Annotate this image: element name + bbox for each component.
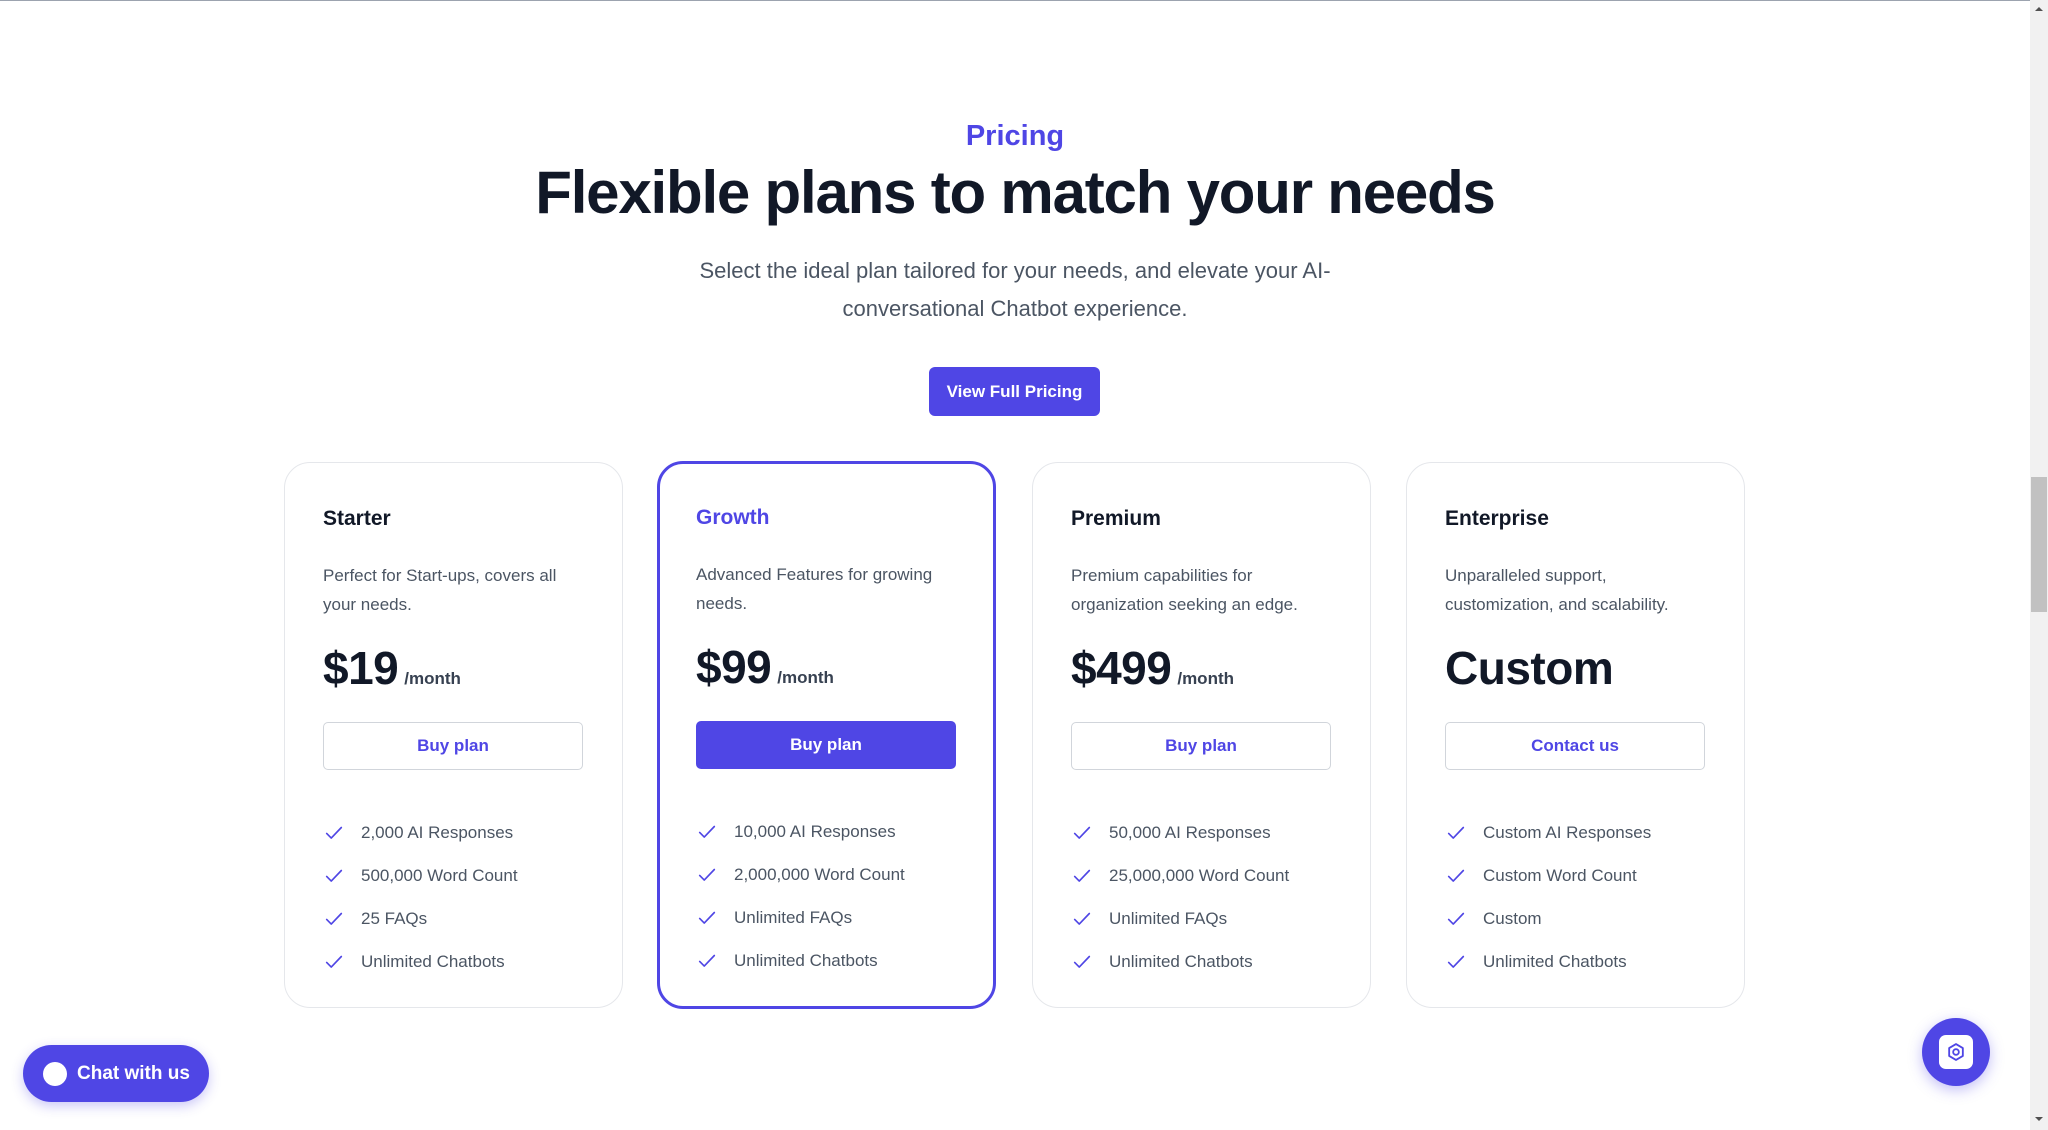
check-icon (325, 826, 343, 839)
chat-bubble-icon (43, 1061, 67, 1086)
scrollbar-thumb[interactable] (2031, 477, 2047, 612)
feature-label: Custom (1483, 908, 1542, 928)
feature-label: Unlimited Chatbots (1109, 951, 1253, 971)
plan-card-premium: Premium Premium capabilities for organiz… (1032, 462, 1371, 1008)
feature-item: 10,000 AI Responses (696, 810, 905, 853)
assistant-icon (1939, 1035, 1973, 1069)
feature-label: Unlimited Chatbots (1483, 951, 1627, 971)
feature-label: Unlimited Chatbots (361, 951, 505, 971)
feature-item: Unlimited FAQs (1071, 897, 1289, 940)
plan-description: Advanced Features for growing needs. (696, 565, 933, 613)
feature-list: 10,000 AI Responses 2,000,000 Word Count… (696, 810, 905, 982)
check-icon (1073, 955, 1091, 968)
check-icon (1073, 826, 1091, 839)
plan-description: Unparalleled support, customization, and… (1445, 566, 1669, 614)
plan-description: Perfect for Start-ups, covers all your n… (323, 566, 557, 614)
price-row: $99 /month (696, 640, 834, 694)
check-icon (1447, 955, 1465, 968)
feature-label: 2,000,000 Word Count (734, 864, 905, 884)
feature-item: 500,000 Word Count (323, 854, 518, 897)
plan-price: $99 (696, 641, 772, 693)
price-row: Custom (1445, 641, 1619, 695)
feature-label: Unlimited FAQs (1109, 908, 1228, 928)
price-row: $499 /month (1071, 641, 1234, 695)
check-icon (698, 868, 716, 881)
feature-item: Unlimited Chatbots (323, 940, 518, 983)
plan-description: Premium capabilities for organization se… (1071, 566, 1298, 614)
feature-item: 25,000,000 Word Count (1071, 854, 1289, 897)
check-icon (1447, 869, 1465, 882)
plan-name: Enterprise (1445, 507, 1549, 530)
plan-period: /month (1177, 669, 1234, 688)
price-row: $19 /month (323, 641, 461, 695)
pricing-page: Pricing Flexible plans to match your nee… (0, 0, 2048, 1130)
buy-plan-button-premium[interactable]: Buy plan (1071, 722, 1331, 770)
check-icon (325, 912, 343, 925)
check-icon (698, 911, 716, 924)
section-title: Flexible plans to match your needs (535, 159, 1496, 226)
check-icon (1073, 869, 1091, 882)
plan-price: $499 (1071, 642, 1172, 694)
feature-item: Custom AI Responses (1445, 811, 1651, 854)
assistant-launcher-button[interactable] (1922, 1018, 1990, 1086)
chat-with-us-button[interactable]: Chat with us (23, 1045, 209, 1102)
plan-name: Starter (323, 507, 391, 530)
plan-price: $19 (323, 642, 399, 694)
feature-item: 2,000,000 Word Count (696, 853, 905, 896)
chat-label: Chat with us (77, 1062, 190, 1084)
scroll-up-arrow-icon[interactable] (2031, 2, 2047, 16)
feature-list: 2,000 AI Responses 500,000 Word Count 25… (323, 811, 518, 983)
check-icon (1073, 912, 1091, 925)
feature-label: 25 FAQs (361, 908, 428, 928)
top-divider (0, 0, 2030, 1)
check-icon (698, 825, 716, 838)
feature-label: 25,000,000 Word Count (1109, 865, 1290, 885)
contact-us-button[interactable]: Contact us (1445, 722, 1705, 770)
buy-plan-button-starter[interactable]: Buy plan (323, 722, 583, 770)
feature-label: 50,000 AI Responses (1109, 822, 1271, 842)
feature-label: Unlimited Chatbots (734, 950, 878, 970)
check-icon (1447, 912, 1465, 925)
feature-list: 50,000 AI Responses 25,000,000 Word Coun… (1071, 811, 1289, 983)
view-full-pricing-button[interactable]: View Full Pricing (929, 367, 1100, 416)
feature-item: Unlimited Chatbots (696, 939, 905, 982)
feature-item: 25 FAQs (323, 897, 518, 940)
feature-label: Custom Word Count (1483, 865, 1637, 885)
feature-item: Unlimited Chatbots (1071, 940, 1289, 983)
feature-label: Unlimited FAQs (734, 907, 853, 927)
section-subtitle: Select the ideal plan tailored for your … (699, 258, 1331, 321)
check-icon (325, 955, 343, 968)
scroll-down-arrow-icon[interactable] (2031, 1112, 2047, 1126)
feature-item: Custom Word Count (1445, 854, 1651, 897)
feature-item: 50,000 AI Responses (1071, 811, 1289, 854)
feature-item: 2,000 AI Responses (323, 811, 518, 854)
plan-period: /month (777, 668, 834, 687)
feature-label: 2,000 AI Responses (361, 822, 514, 842)
plan-name: Growth (696, 506, 770, 529)
feature-item: Unlimited Chatbots (1445, 940, 1651, 983)
feature-item: Unlimited FAQs (696, 896, 905, 939)
section-eyebrow: Pricing (965, 120, 1065, 152)
plan-card-starter: Starter Perfect for Start-ups, covers al… (284, 462, 623, 1008)
plan-card-growth: Growth Advanced Features for growing nee… (657, 461, 996, 1009)
plan-price: Custom (1445, 642, 1614, 694)
feature-label: 500,000 Word Count (361, 865, 518, 885)
check-icon (325, 869, 343, 882)
plan-card-enterprise: Enterprise Unparalleled support, customi… (1406, 462, 1745, 1008)
feature-label: 10,000 AI Responses (734, 821, 896, 841)
check-icon (698, 954, 716, 967)
plan-name: Premium (1071, 507, 1161, 530)
buy-plan-button-growth[interactable]: Buy plan (696, 721, 956, 769)
feature-list: Custom AI Responses Custom Word Count Cu… (1445, 811, 1651, 983)
check-icon (1447, 826, 1465, 839)
plan-period: /month (404, 669, 461, 688)
feature-item: Custom (1445, 897, 1651, 940)
feature-label: Custom AI Responses (1483, 822, 1652, 842)
